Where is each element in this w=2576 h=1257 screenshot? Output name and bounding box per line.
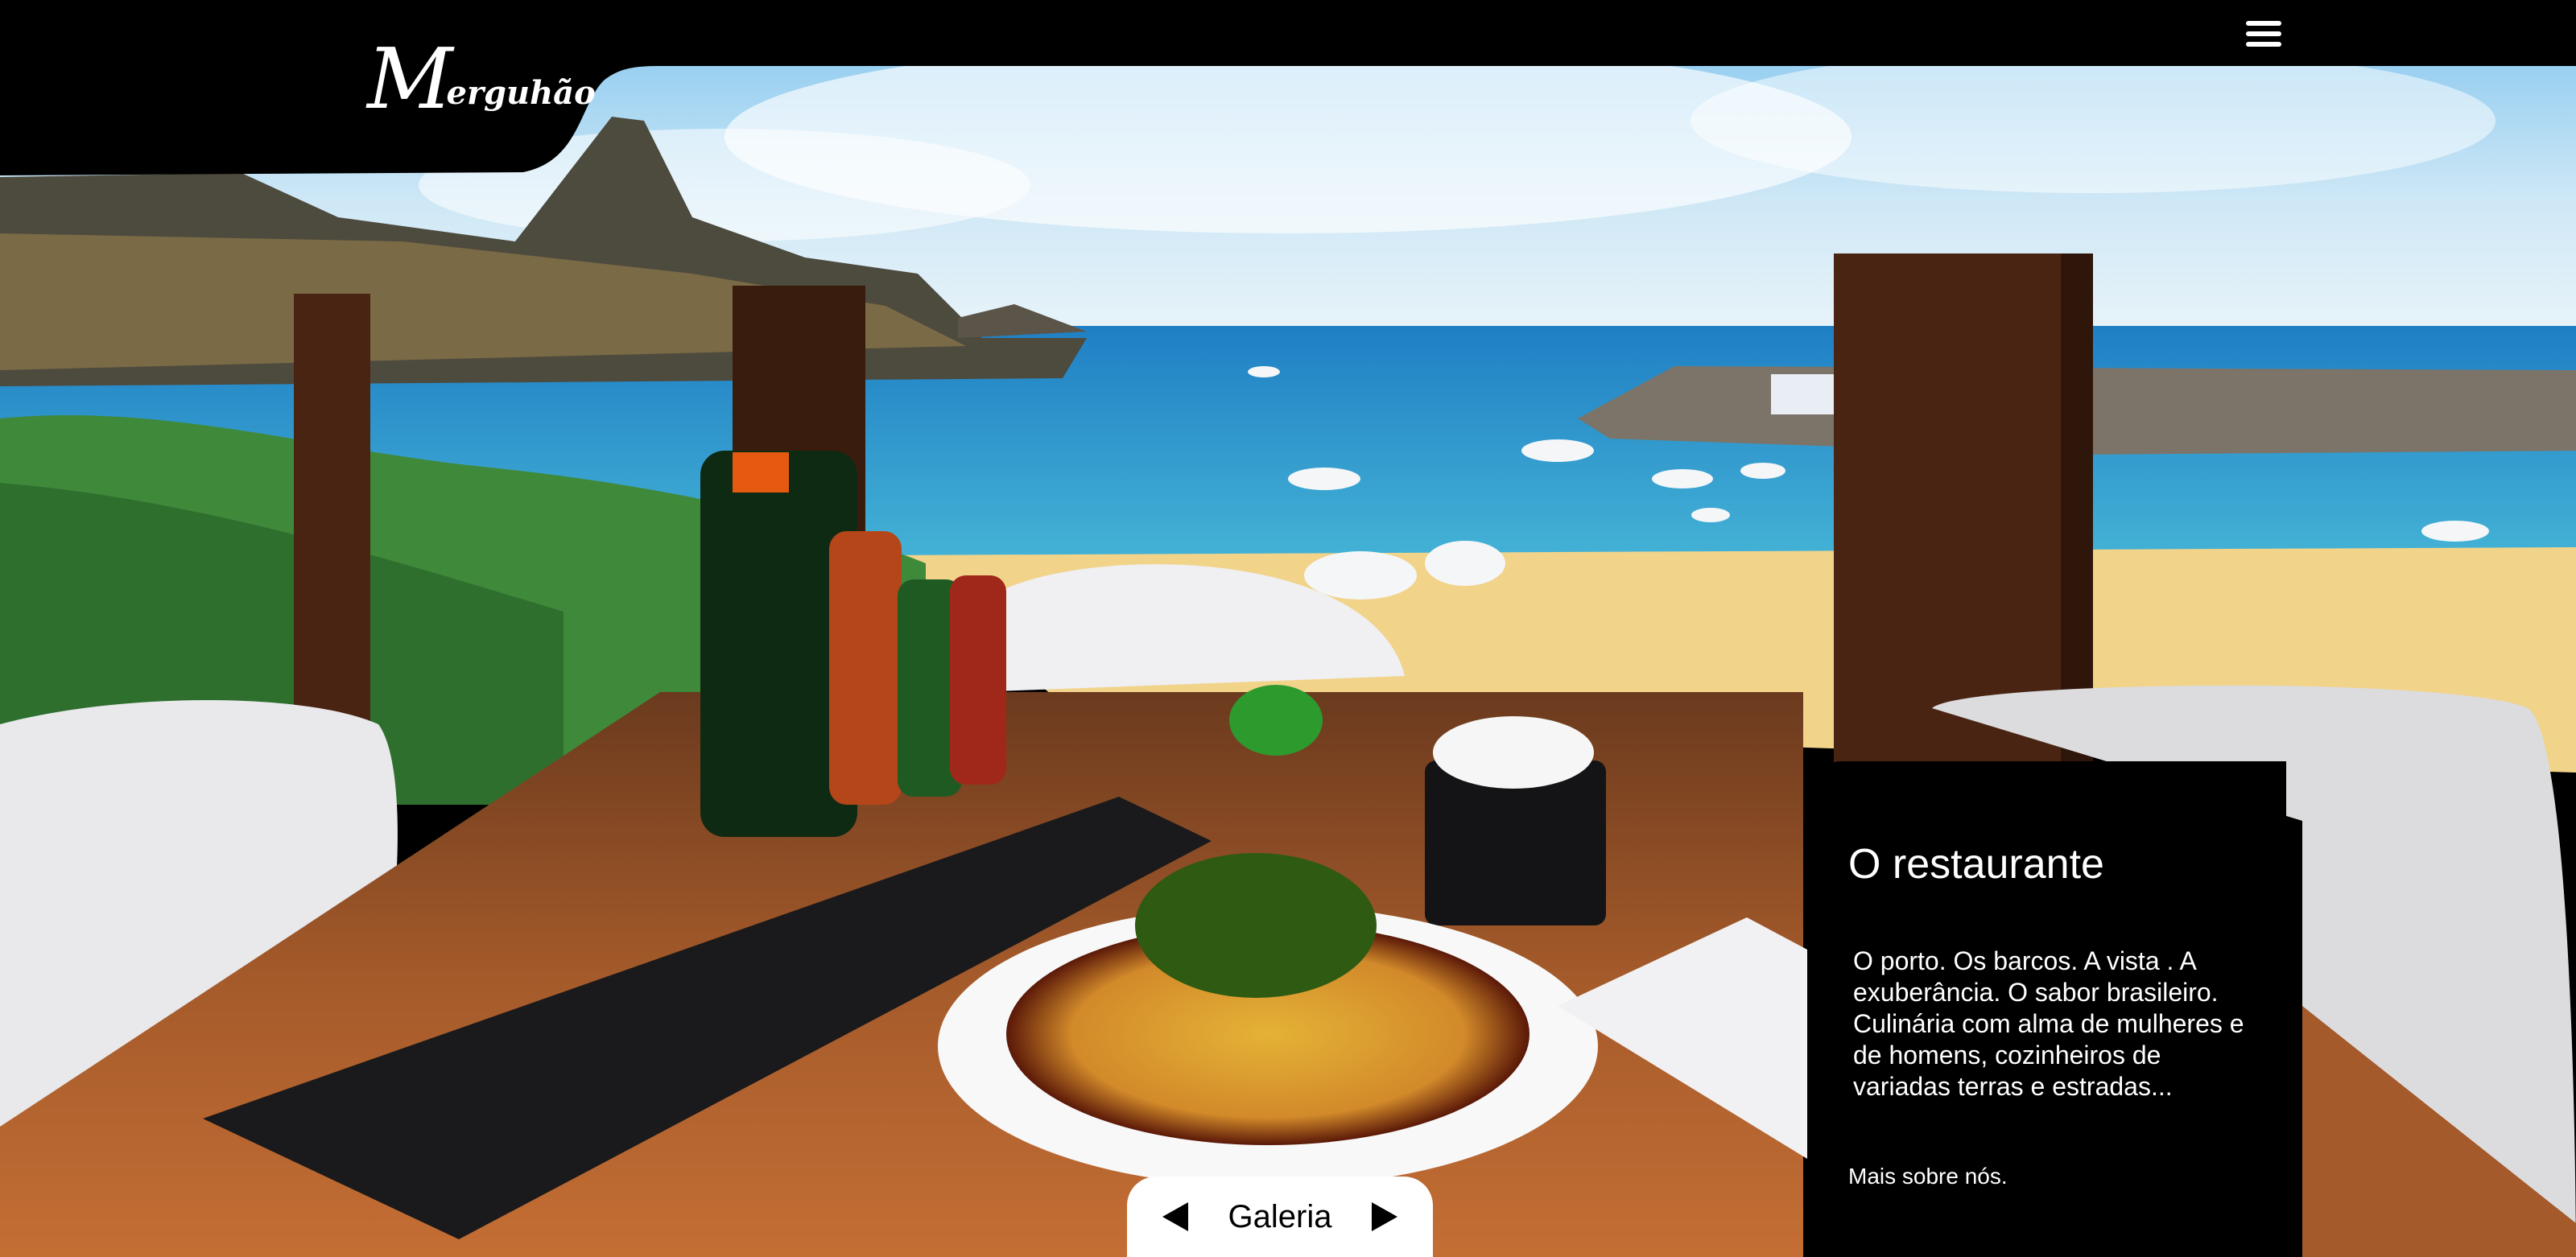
menu-bar <box>2246 31 2281 36</box>
card-title: O restaurante <box>1848 841 2104 888</box>
gallery-control: Galeria <box>1127 1177 1433 1257</box>
triangle-left-icon[interactable] <box>1159 1201 1191 1233</box>
restaurant-card: O restaurante O porto. Os barcos. A vist… <box>1808 761 2286 1257</box>
hamburger-menu-icon[interactable] <box>2243 18 2288 50</box>
logo-initial: M <box>367 30 452 128</box>
gallery-label[interactable]: Galeria <box>1228 1199 1332 1235</box>
card-description: O porto. Os barcos. A vista . A exuberân… <box>1853 946 2244 1102</box>
logo-wordmark: erguhão <box>446 74 596 112</box>
menu-bar <box>2246 42 2281 47</box>
brand-logo[interactable]: M erguhão <box>367 30 601 128</box>
triangle-right-icon[interactable] <box>1368 1201 1401 1233</box>
about-us-link[interactable]: Mais sobre nós. <box>1848 1164 2246 1189</box>
menu-bar <box>2246 21 2281 26</box>
